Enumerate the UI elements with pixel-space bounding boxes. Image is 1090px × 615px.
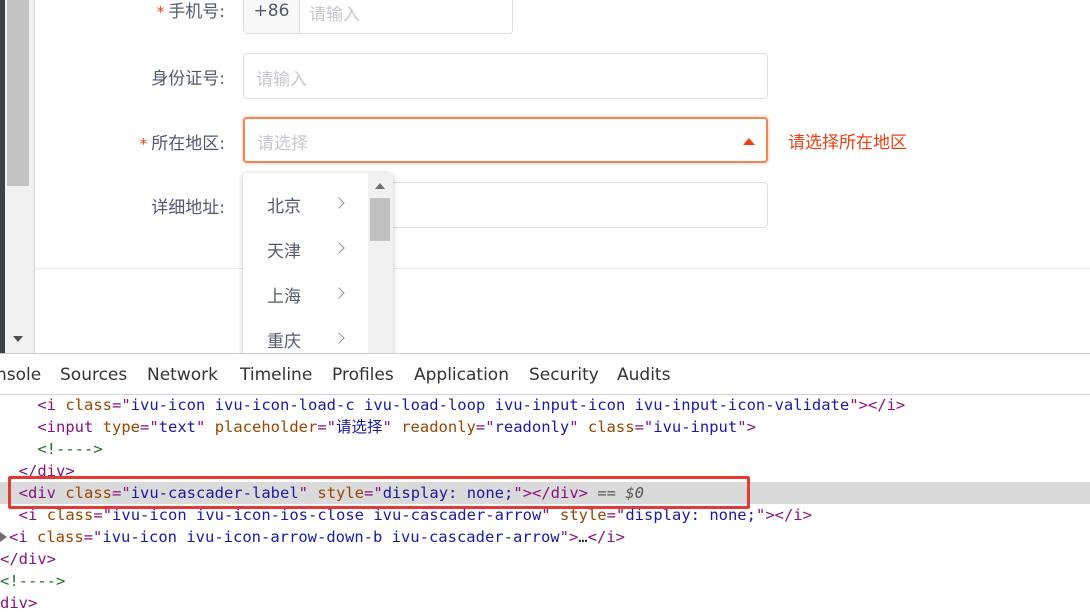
dom-node-selected[interactable]: <div class="ivu-cascader-label" style="d… <box>0 482 1090 504</box>
region-cascader[interactable]: 请选择 <box>243 117 768 163</box>
detail-label: 详细地址: <box>151 198 225 218</box>
phone-label-text: 手机号: <box>168 2 225 22</box>
chevron-right-icon <box>333 197 345 209</box>
tab-profiles[interactable]: Profiles <box>332 365 394 385</box>
region-label: * 所在地区: <box>45 129 225 154</box>
selected-node-marker: == $0 <box>588 484 645 502</box>
devtools-panel: nsole Sources Network Timeline Profiles … <box>0 353 1090 615</box>
chevron-right-icon <box>333 287 345 299</box>
cascader-option[interactable]: 重庆 <box>243 317 365 353</box>
required-mark: * <box>156 3 165 21</box>
devtools-tabbar: nsole Sources Network Timeline Profiles … <box>0 354 1090 395</box>
dom-comment[interactable]: <!----> <box>0 438 1090 460</box>
chevron-right-icon <box>333 242 345 254</box>
phone-prefix: +86 <box>244 0 300 33</box>
region-label-text: 所在地区: <box>151 134 225 154</box>
idcard-input-placeholder[interactable]: 请输入 <box>256 65 307 90</box>
page-viewport: * 手机号: +86 请输入 身份证号: 请输入 * 所在地区: 请选择 请选择所在… <box>0 0 1090 353</box>
dom-comment[interactable]: <!----> <box>0 570 1090 592</box>
dom-node[interactable]: <i class="ivu-icon ivu-icon-arrow-down-b… <box>0 526 1090 548</box>
cascader-dropdown: 北京 天津 上海 重庆 <box>243 173 393 353</box>
tab-audits[interactable]: Audits <box>617 365 670 385</box>
phone-input-placeholder[interactable]: 请输入 <box>309 0 360 25</box>
chevron-right-icon <box>333 332 345 344</box>
elements-dom-tree: <i class="ivu-icon ivu-icon-load-c ivu-l… <box>0 394 1090 615</box>
dom-node[interactable]: </div> <box>0 460 1090 482</box>
dom-node[interactable]: <i class="ivu-icon ivu-icon-ios-close iv… <box>0 504 1090 526</box>
dropdown-scrollbar-thumb[interactable] <box>370 198 390 241</box>
region-error-message: 请选择所在地区 <box>788 133 907 153</box>
cascader-option-label: 北京 <box>267 197 301 217</box>
scroll-down-arrow-icon[interactable] <box>13 336 23 342</box>
arrow-up-icon[interactable] <box>743 138 755 145</box>
tab-security[interactable]: Security <box>529 365 599 385</box>
tab-application[interactable]: Application <box>414 365 509 385</box>
cascader-option[interactable]: 上海 <box>243 272 365 317</box>
region-cascader-placeholder[interactable]: 请选择 <box>257 129 308 154</box>
phone-label: * 手机号: <box>45 0 225 22</box>
cascader-option[interactable]: 北京 <box>243 182 365 227</box>
cascader-option[interactable]: 天津 <box>243 227 365 272</box>
idcard-input[interactable]: 请输入 <box>243 53 768 99</box>
page-scrollbar-thumb[interactable] <box>7 0 29 186</box>
page-scrollbar[interactable] <box>5 0 35 353</box>
dom-node[interactable]: <input type="text" placeholder="请选择" rea… <box>0 416 1090 438</box>
cascader-option-label: 重庆 <box>267 332 301 352</box>
tab-timeline[interactable]: Timeline <box>240 365 312 385</box>
scroll-up-arrow-icon[interactable] <box>375 183 385 189</box>
dom-node[interactable]: </div> <box>0 548 1090 570</box>
dom-node[interactable]: div> <box>0 592 1090 614</box>
cascader-option-label: 天津 <box>267 242 301 262</box>
phone-input-group[interactable]: +86 请输入 <box>243 0 513 34</box>
idcard-label: 身份证号: <box>151 69 225 89</box>
required-mark: * <box>139 135 148 153</box>
form-divider <box>35 268 1090 269</box>
cascader-option-label: 上海 <box>267 287 301 307</box>
dropdown-scrollbar[interactable] <box>368 173 393 353</box>
expand-triangle-icon[interactable] <box>0 532 7 542</box>
tab-console[interactable]: nsole <box>0 365 41 385</box>
dom-node[interactable]: <i class="ivu-icon ivu-icon-load-c ivu-l… <box>0 394 1090 416</box>
tab-network[interactable]: Network <box>147 365 218 385</box>
tab-sources[interactable]: Sources <box>60 365 127 385</box>
